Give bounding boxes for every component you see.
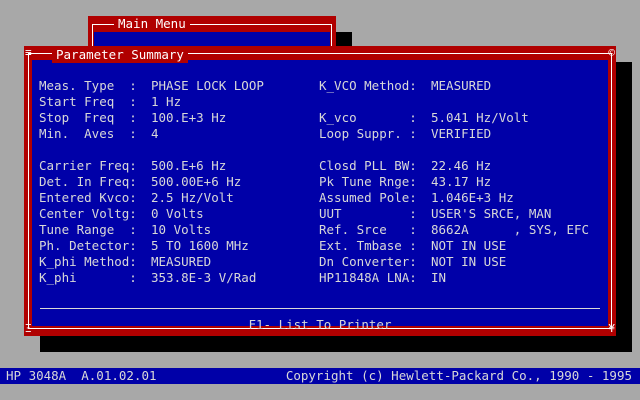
left-field-label: Ph. Detector: <box>39 238 137 253</box>
right-field-label: UUT : <box>319 206 417 221</box>
right-field-value: 1.046E+3 Hz <box>431 190 514 205</box>
right-field-label: K_vco : <box>319 110 417 125</box>
system-menu-icon[interactable]: ≡ <box>25 47 32 59</box>
right-field-value: 43.17 Hz <box>431 174 492 189</box>
copyright-label: Copyright (c) Hewlett-Packard Co., 1990 … <box>285 368 632 383</box>
left-field-label: Start Freq : <box>39 94 137 109</box>
left-field-value: 4 <box>151 126 159 141</box>
left-field-value: 10 Volts <box>151 222 212 237</box>
left-field-label: Entered Kvco: <box>39 190 137 205</box>
right-field-value: IN <box>431 270 447 285</box>
left-field-value: 500.00E+6 Hz <box>151 174 242 189</box>
right-field-label: Closd PLL BW: <box>319 158 417 173</box>
right-field-value: VERIFIED <box>431 126 492 141</box>
right-field-label: HP11848A LNA: <box>319 270 417 285</box>
main-menu-title: Main Menu <box>114 16 190 32</box>
left-field-value: PHASE LOCK LOOP <box>151 78 264 93</box>
right-field-label: Loop Suppr. : <box>319 126 417 141</box>
right-field-value: 22.46 Hz <box>431 158 492 173</box>
summary-shadow-right <box>616 62 632 352</box>
left-field-value: 100.E+3 Hz <box>151 110 227 125</box>
main-menu-shadow <box>336 32 352 46</box>
right-field-label: Assumed Pole: <box>319 190 417 205</box>
right-field-value: USER'S SRCE, MAN <box>431 206 552 221</box>
summary-shadow-bottom <box>40 336 632 352</box>
left-field-label: Meas. Type : <box>39 78 137 93</box>
right-field-value: NOT IN USE <box>431 254 507 269</box>
right-field-value: 8662A , SYS, EFC <box>431 222 590 237</box>
right-field-label: Ref. Srce : <box>319 222 417 237</box>
left-field-value: 1 Hz <box>151 94 182 109</box>
bottom-left-corner-icon: Ξ <box>25 322 32 335</box>
parameter-summary-window: F1- List To Printer Meas. Type : PHASE LO… <box>24 46 616 336</box>
left-field-value: MEASURED <box>151 254 212 269</box>
summary-title: Parameter Summary <box>52 47 188 63</box>
left-field-value: 0 Volts <box>151 206 204 221</box>
left-field-label: Center Voltg: <box>39 206 137 221</box>
right-field-label: K_VCO Method: <box>319 78 417 93</box>
left-field-value: 500.E+6 Hz <box>151 158 227 173</box>
right-field-value: NOT IN USE <box>431 238 507 253</box>
left-field-value: 2.5 Hz/Volt <box>151 190 234 205</box>
right-field-label: Pk Tune Rnge: <box>319 174 417 189</box>
left-field-label: Stop Freq : <box>39 110 137 125</box>
left-field-label: Min. Aves : <box>39 126 137 141</box>
summary-separator <box>40 308 600 309</box>
resize-icon[interactable]: ¥ <box>608 323 615 335</box>
left-field-label: Carrier Freq: <box>39 158 137 173</box>
version-label: HP 3048A A.01.02.01 <box>6 368 157 383</box>
status-bar: HP 3048A A.01.02.01 Copyright (c) Hewlet… <box>0 368 640 384</box>
left-field-label: K_phi : <box>39 270 137 285</box>
right-field-value: 5.041 Hz/Volt <box>431 110 529 125</box>
left-field-label: Det. In Freq: <box>39 174 137 189</box>
right-field-label: Ext. Tmbase : <box>319 238 417 253</box>
left-field-label: Tune Range : <box>39 222 137 237</box>
left-field-label: K_phi Method: <box>39 254 137 269</box>
right-field-label: Dn Converter: <box>319 254 417 269</box>
close-icon[interactable]: © <box>608 47 615 59</box>
right-field-value: MEASURED <box>431 78 492 93</box>
left-field-value: 5 TO 1600 MHz <box>151 238 249 253</box>
left-field-value: 353.8E-3 V/Rad <box>151 270 257 285</box>
list-to-printer-button[interactable]: F1- List To Printer <box>32 317 608 333</box>
summary-body: F1- List To Printer Meas. Type : PHASE LO… <box>32 60 608 332</box>
